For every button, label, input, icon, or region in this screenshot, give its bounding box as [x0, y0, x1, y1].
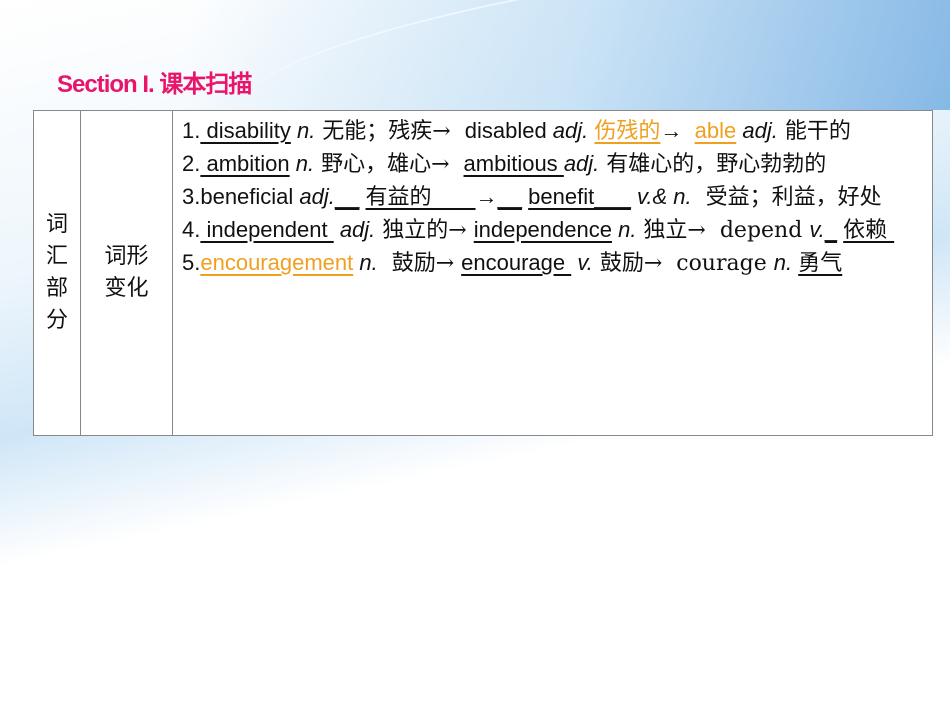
answer-blank: ambition — [200, 151, 290, 176]
part-of-speech: n. — [290, 118, 316, 143]
part-of-speech: n. — [353, 250, 378, 275]
entry-text: 5. — [182, 250, 201, 275]
entries-cell: 1. disability n. 无能；残疾→ disabled adj. 伤残… — [172, 110, 933, 436]
entry-text: 有雄心的，野心勃勃的 — [599, 152, 827, 177]
entry-text: → — [660, 118, 695, 143]
answer-blank: ambitious — [463, 151, 564, 176]
answer-blank: 伤残的 — [594, 119, 661, 144]
word-entry: 3.beneficial adj.__ 有益的____→__ benefit__… — [182, 181, 924, 214]
answer-blank: encouragement — [200, 250, 354, 275]
answer-blank: benefit___ — [528, 184, 631, 209]
entry-text: 能干的 — [777, 119, 851, 144]
part-of-speech: n. — [611, 217, 637, 242]
entry-text: 受益；利益，好处 — [691, 185, 882, 210]
word-entry: 4. independent adj. 独立的→ independence n.… — [182, 214, 924, 247]
entry-text: 无能；残疾→ — [315, 119, 465, 144]
subcategory-cell: 词形变化 — [80, 110, 173, 436]
part-of-speech: adj. — [299, 184, 335, 209]
subcategory-label: 词形变化 — [104, 244, 149, 301]
answer-blank: 有益的____ — [365, 185, 476, 210]
word-entry: 1. disability n. 无能；残疾→ disabled adj. 伤残… — [182, 115, 924, 148]
answer-blank: encourage — [461, 250, 572, 275]
part-of-speech: adj. — [736, 118, 778, 143]
entry-text: 2. — [182, 151, 201, 176]
answer-blank: 勇气 — [798, 251, 843, 276]
answer-blank: able — [694, 118, 737, 143]
entry-text: 鼓励→ — [377, 251, 462, 276]
part-of-speech: adj. — [546, 118, 589, 143]
part-of-speech: v. — [809, 217, 825, 242]
part-of-speech: v. — [571, 250, 593, 275]
part-of-speech: n. — [773, 250, 793, 275]
answer-blank: 依赖 — [843, 218, 895, 243]
entry-text: 独立的→ — [375, 218, 474, 243]
part-of-speech: v.& n. — [630, 184, 692, 209]
entry-text: 野心，雄心→ — [314, 152, 464, 177]
word-entry: 2. ambition n. 野心，雄心→ ambitious adj. 有雄心… — [182, 148, 924, 181]
entry-text: 3.beneficial — [182, 184, 300, 209]
answer-blank: independence — [473, 217, 612, 242]
answer-blank: independent — [200, 217, 334, 242]
answer-blank: __ — [334, 184, 360, 209]
category-cell: 词汇部分 — [33, 110, 81, 436]
part-of-speech: adj. — [563, 151, 600, 176]
entry-text: → — [475, 184, 498, 209]
answer-blank: disability — [200, 118, 291, 143]
section-title: Section I. 课本扫描 — [57, 71, 252, 98]
word-entry: 5.encouragement n. 鼓励→ encourage v. 鼓励→ … — [182, 247, 924, 280]
part-of-speech: n. — [289, 151, 315, 176]
answer-blank: _ — [824, 217, 838, 242]
answer-blank: __ — [497, 184, 523, 209]
part-of-speech: adj. — [333, 217, 376, 242]
entry-text: 1. — [182, 118, 201, 143]
entry-text: 鼓励→ courage — [592, 251, 774, 276]
category-label: 词汇部分 — [45, 212, 68, 333]
vocabulary-table: 词汇部分 词形变化 1. disability n. 无能；残疾→ disabl… — [33, 110, 933, 436]
entry-text: disabled — [464, 118, 547, 143]
entry-text: 独立→ depend — [636, 218, 810, 243]
entry-text: 4. — [182, 217, 201, 242]
